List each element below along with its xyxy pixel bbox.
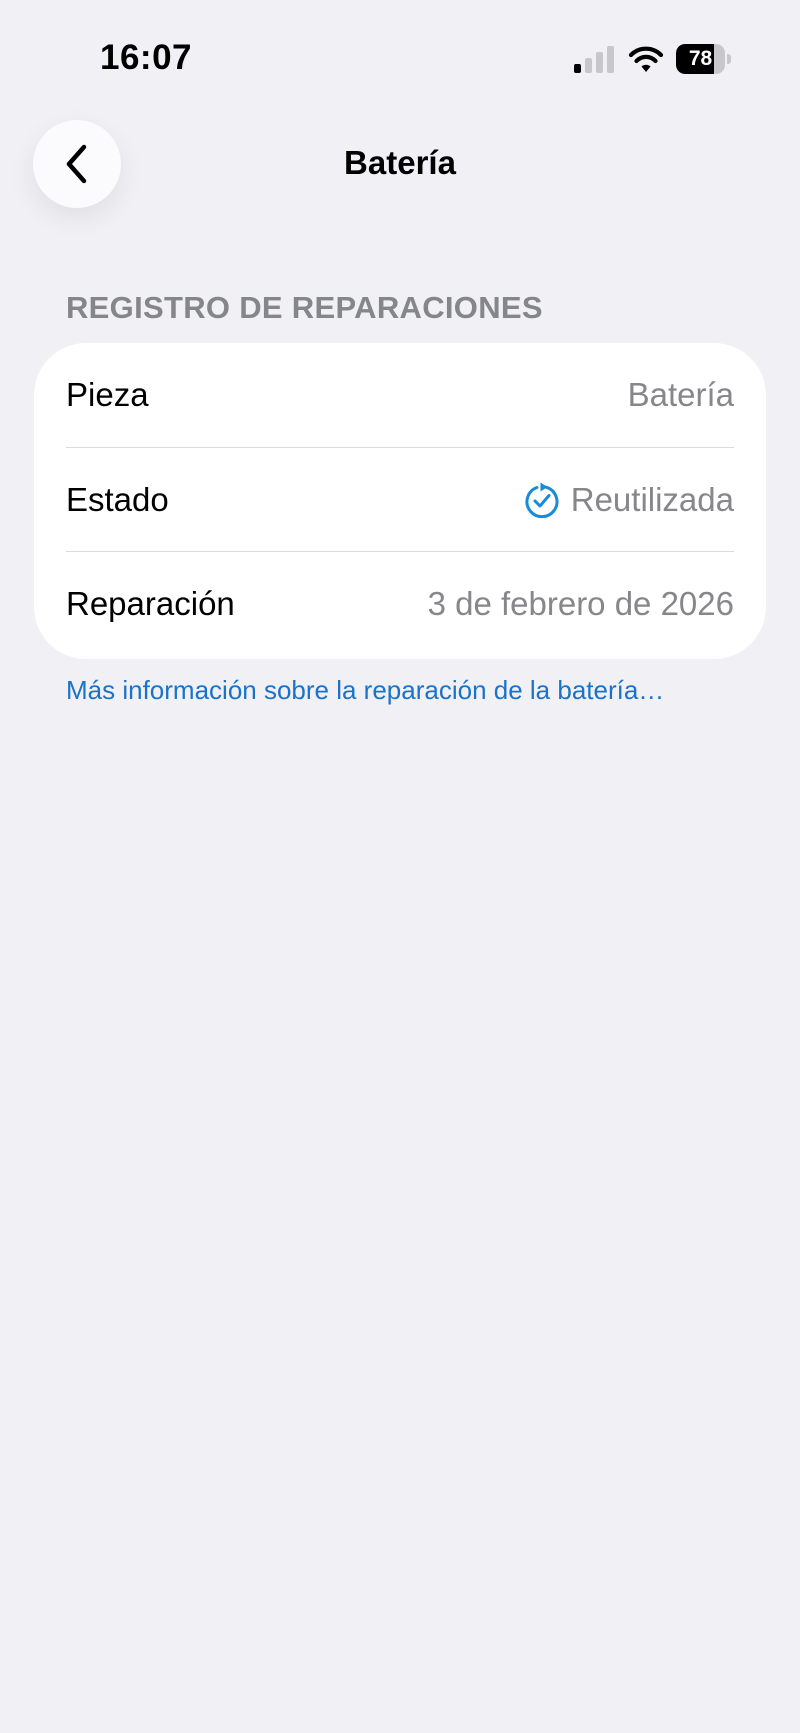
row-label: Reparación <box>66 585 235 622</box>
repair-log-card: Pieza Batería Estado Reutilizada Reparac… <box>34 343 766 659</box>
row-value: 3 de febrero de 2026 <box>428 585 734 623</box>
battery-icon: 78 <box>676 44 734 74</box>
row-value: Reutilizada <box>523 481 734 519</box>
battery-repair-info-link[interactable]: Más información sobre la reparación de l… <box>66 675 664 706</box>
wifi-icon <box>628 46 664 72</box>
section-header: REGISTRO DE REPARACIONES <box>66 290 543 325</box>
page-title: Batería <box>344 144 456 181</box>
back-button[interactable] <box>33 120 121 208</box>
checkmark-refresh-icon <box>525 482 559 519</box>
battery-level: 78 <box>688 47 713 70</box>
row-label: Estado <box>66 481 169 518</box>
repair-date-value: 3 de febrero de 2026 <box>427 585 734 622</box>
navigation-bar: Batería <box>0 110 800 220</box>
row-value: Batería <box>628 376 734 414</box>
chevron-left-icon <box>66 144 87 184</box>
part-value: Batería <box>627 376 734 413</box>
status-bar: 16:07 78 <box>0 0 800 110</box>
cellular-signal-icon <box>574 46 614 73</box>
row-status: Estado Reutilizada <box>66 447 734 552</box>
row-repair-date: Reparación 3 de febrero de 2026 <box>66 551 734 656</box>
row-label: Pieza <box>66 376 149 413</box>
row-part: Pieza Batería <box>66 343 734 447</box>
status-time: 16:07 <box>100 38 193 77</box>
status-value: Reutilizada <box>570 481 734 518</box>
